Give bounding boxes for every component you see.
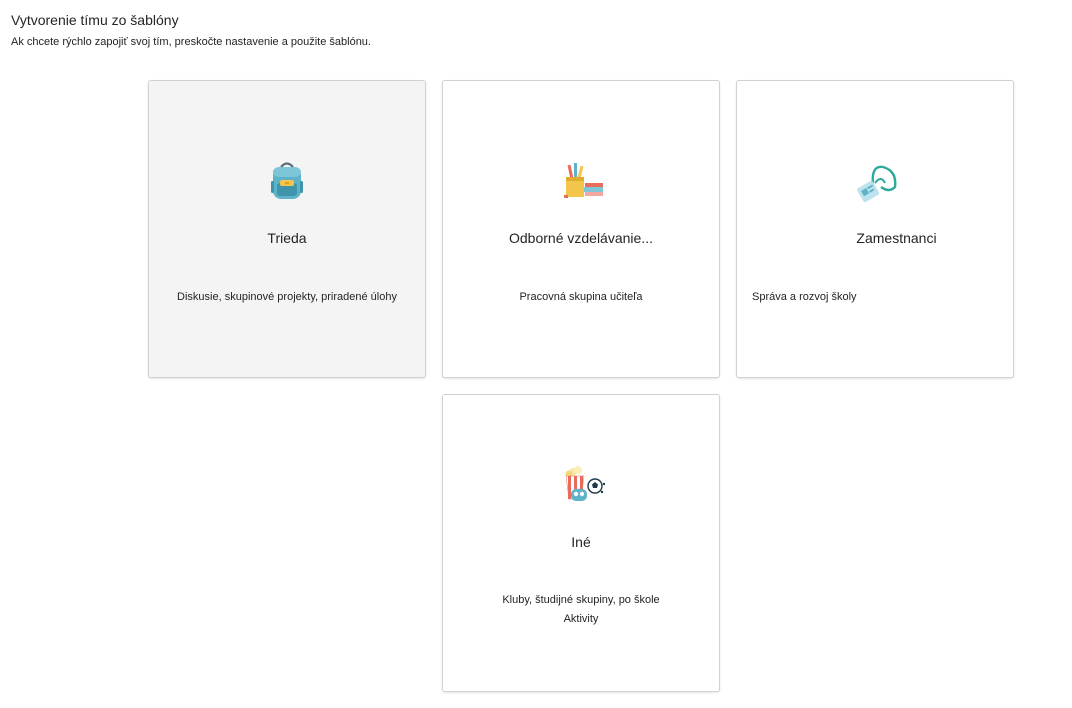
- template-name: Trieda: [267, 230, 307, 246]
- template-name: Odborné vzdelávanie...: [509, 230, 653, 246]
- backpack-icon: [263, 159, 311, 203]
- template-card-class[interactable]: Trieda Diskusie, skupinové projekty, pri…: [148, 80, 426, 378]
- template-card-other[interactable]: Iné Kluby, študijné skupiny, po škole Ak…: [442, 394, 720, 692]
- template-name: Iné: [571, 534, 591, 550]
- template-description: Diskusie, skupinové projekty, priradené …: [177, 291, 397, 303]
- template-description: Kluby, študijné skupiny, po škole Aktivi…: [453, 591, 709, 629]
- template-description-line: Kluby, študijné skupiny, po škole: [502, 594, 660, 606]
- template-description-line: Aktivity: [563, 613, 599, 625]
- template-card-staff[interactable]: Zamestnanci Správa a rozvoj školy: [736, 80, 1014, 378]
- template-description: Pracovná skupina učiteľa: [519, 291, 643, 303]
- popcorn-soccer-icon: [557, 465, 605, 509]
- page-title: Vytvorenie tímu zo šablóny: [11, 12, 179, 28]
- id-badge-lanyard-icon: [853, 161, 901, 205]
- template-card-plc[interactable]: Odborné vzdelávanie... Pracovná skupina …: [442, 80, 720, 378]
- template-description: Správa a rozvoj školy: [752, 291, 857, 303]
- template-name: Zamestnanci: [856, 230, 937, 246]
- create-team-from-template-page: Vytvorenie tímu zo šablóny Ak chcete rýc…: [0, 0, 1072, 708]
- page-subtitle: Ak chcete rýchlo zapojiť svoj tím, presk…: [11, 36, 371, 48]
- books-pencils-icon: [557, 159, 605, 203]
